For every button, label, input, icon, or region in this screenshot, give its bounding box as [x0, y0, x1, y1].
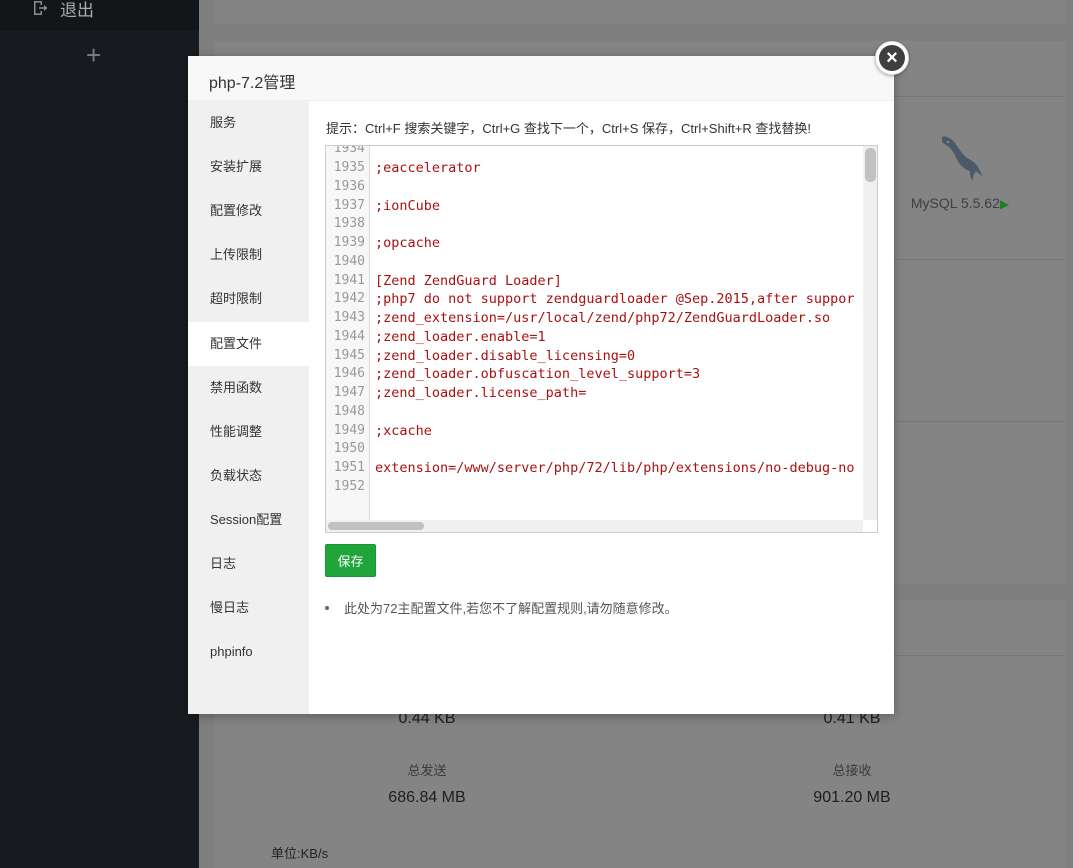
line-number-gutter: 1934 1935 1936 1937 1938 1939 1940 1941 … — [326, 146, 370, 532]
line-number: 1950 — [333, 441, 365, 456]
top-panel — [215, 0, 1065, 24]
play-icon[interactable]: ▶ — [1000, 197, 1009, 211]
line-number: 1943 — [333, 310, 365, 325]
line-number: 1935 — [333, 160, 365, 175]
code-line: ;zend_extension=/usr/local/zend/php72/Ze… — [375, 310, 831, 326]
tab-install-ext[interactable]: 安装扩展 — [188, 145, 309, 189]
tab-load-status[interactable]: 负载状态 — [188, 454, 309, 498]
tab-config-file[interactable]: 配置文件 — [188, 322, 309, 366]
dialog-title: php-7.2管理 — [209, 75, 296, 92]
line-number: 1942 — [333, 291, 365, 306]
tab-performance[interactable]: 性能调整 — [188, 410, 309, 454]
stat-value: 686.84 MB — [388, 789, 466, 806]
sidebar-item-label: 退出 — [60, 1, 94, 20]
code-line: ;zend_loader.license_path= — [375, 385, 587, 401]
dialog-header: php-7.2管理 — [188, 56, 894, 101]
code-line: ;zend_loader.obfuscation_level_support=3 — [375, 366, 701, 382]
add-icon[interactable]: + — [86, 42, 101, 68]
line-number: 1944 — [333, 329, 365, 344]
line-number: 1951 — [333, 460, 365, 475]
close-button[interactable]: × — [875, 41, 909, 75]
stat-total-sent: 总发送 686.84 MB — [347, 760, 507, 807]
line-number: 1949 — [333, 423, 365, 438]
line-number: 1934 — [333, 145, 365, 156]
code-line: ;zend_loader.enable=1 — [375, 329, 546, 345]
sidebar-item-logout[interactable]: 退出 — [0, 0, 199, 31]
sidebar: 退出 + — [0, 0, 199, 868]
tab-session-config[interactable]: Session配置 — [188, 498, 309, 542]
mysql-label: MySQL 5.5.62▶ — [900, 195, 1020, 211]
mysql-dolphin-icon — [942, 136, 983, 181]
tab-timeout-limit[interactable]: 超时限制 — [188, 277, 309, 321]
tab-slow-log[interactable]: 慢日志 — [188, 586, 309, 630]
tab-service[interactable]: 服务 — [188, 101, 309, 145]
line-number: 1945 — [333, 348, 365, 363]
logout-icon — [34, 1, 48, 15]
horizontal-scrollbar[interactable] — [326, 520, 863, 532]
code-line: ;eaccelerator — [375, 160, 481, 176]
line-number: 1940 — [333, 254, 365, 269]
line-number: 1941 — [333, 273, 365, 288]
code-line: [Zend ZendGuard Loader] — [375, 273, 562, 289]
tab-config-edit[interactable]: 配置修改 — [188, 189, 309, 233]
tab-disabled-funcs[interactable]: 禁用函数 — [188, 366, 309, 410]
tab-log[interactable]: 日志 — [188, 542, 309, 586]
tab-phpinfo[interactable]: phpinfo — [188, 630, 309, 674]
stat-value: 901.20 MB — [813, 789, 891, 806]
config-note: 此处为72主配置文件,若您不了解配置规则,请勿随意修改。 — [325, 598, 678, 617]
vertical-scrollbar[interactable] — [863, 146, 877, 520]
code-line: ;php7 do not support zendguardloader @Se… — [375, 291, 855, 307]
line-number: 1936 — [333, 179, 365, 194]
line-number: 1937 — [333, 198, 365, 213]
code-line: ;opcache — [375, 235, 441, 251]
line-number: 1939 — [333, 235, 365, 250]
unit-label: 单位:KB/s — [271, 846, 329, 861]
code-line: ;ionCube — [375, 198, 441, 214]
config-code-editor[interactable]: 1934 1935 1936 1937 1938 1939 1940 1941 … — [325, 145, 878, 533]
dialog-nav: 服务 安装扩展 配置修改 上传限制 超时限制 配置文件 禁用函数 性能调整 负载… — [188, 101, 309, 714]
stat-total-received: 总接收 901.20 MB — [772, 760, 932, 807]
line-number: 1946 — [333, 366, 365, 381]
code-line: ;xcache — [375, 423, 432, 439]
note-text: 此处为72主配置文件,若您不了解配置规则,请勿随意修改。 — [344, 601, 678, 616]
shortcut-tip: 提示：Ctrl+F 搜索关键字，Ctrl+G 查找下一个，Ctrl+S 保存，C… — [326, 121, 812, 136]
line-number: 1938 — [333, 216, 365, 231]
mysql-card[interactable]: MySQL 5.5.62▶ — [900, 131, 1020, 211]
save-button[interactable]: 保存 — [325, 544, 376, 577]
close-icon: × — [879, 45, 905, 71]
stat-label: 总发送 — [407, 763, 447, 778]
line-number: 1947 — [333, 385, 365, 400]
line-number: 1952 — [333, 479, 365, 494]
code-line: extension=/www/server/php/72/lib/php/ext… — [375, 460, 855, 476]
php-manage-dialog: php-7.2管理 服务 安装扩展 配置修改 上传限制 超时限制 配置文件 禁用… — [188, 56, 894, 714]
stat-label: 总接收 — [832, 763, 872, 778]
mysql-version: MySQL 5.5.62 — [910, 195, 1000, 211]
scrollbar-thumb[interactable] — [328, 522, 424, 530]
line-number: 1948 — [333, 404, 365, 419]
tab-upload-limit[interactable]: 上传限制 — [188, 233, 309, 277]
scrollbar-thumb[interactable] — [865, 148, 876, 182]
code-line: ;zend_loader.disable_licensing=0 — [375, 348, 636, 364]
bullet-icon — [325, 605, 329, 610]
